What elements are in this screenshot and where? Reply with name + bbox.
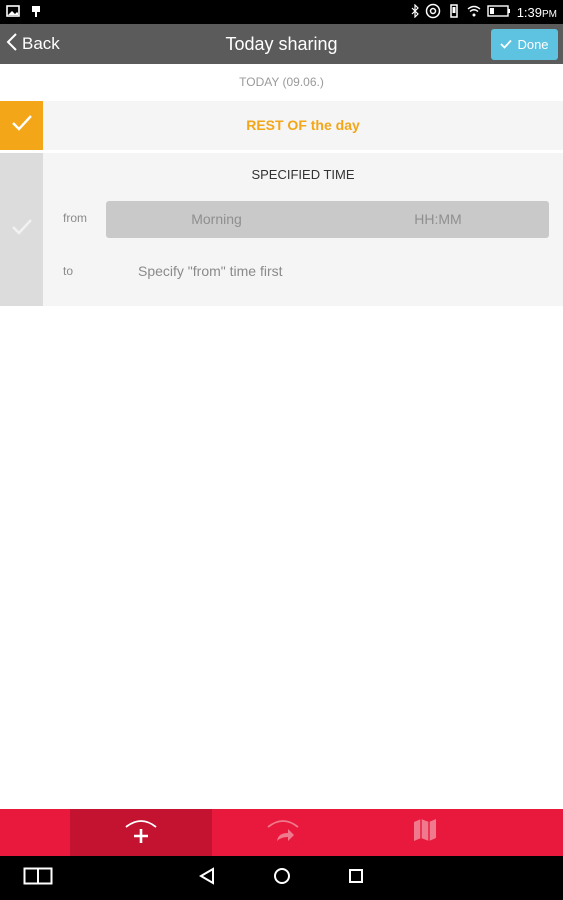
date-label: TODAY (09.06.): [0, 64, 563, 101]
add-share-icon: [124, 815, 158, 850]
back-triangle-icon: [199, 866, 215, 890]
rest-of-day-checkbox[interactable]: [0, 101, 43, 150]
check-icon: [11, 114, 33, 137]
system-nav-bar: [0, 856, 563, 900]
from-period-select[interactable]: Morning: [106, 201, 327, 238]
home-circle-icon: [273, 867, 291, 890]
to-label: to: [63, 264, 74, 278]
specified-time-checkbox[interactable]: [0, 153, 43, 306]
battery-icon: [486, 5, 511, 20]
check-icon: [11, 218, 33, 241]
wifi-icon: [467, 5, 481, 20]
tab-add-share[interactable]: [70, 809, 212, 856]
image-icon: [6, 4, 20, 23]
at-icon: [425, 3, 441, 22]
status-time: 1:39PM: [516, 5, 557, 20]
back-button[interactable]: Back: [6, 24, 60, 64]
map-icon: [412, 818, 438, 847]
app-header: Back Today sharing Done: [0, 24, 563, 64]
overview-square-icon: [348, 868, 364, 889]
specified-time-option: SPECIFIED TIME from Morning HH:MM to Spe…: [0, 153, 563, 306]
specified-time-title: SPECIFIED TIME: [251, 167, 355, 182]
to-time-hint: Specify "from" time first: [138, 263, 283, 279]
recents-split-icon: [23, 867, 53, 890]
nav-back-button[interactable]: [192, 856, 222, 900]
recents-split-button[interactable]: [18, 856, 58, 900]
done-button[interactable]: Done: [491, 29, 558, 60]
vibrate-icon: [447, 4, 461, 21]
rest-of-day-option[interactable]: REST OF the day: [0, 101, 563, 150]
from-label: from: [63, 211, 87, 225]
nav-home-button[interactable]: [266, 856, 298, 900]
back-label: Back: [22, 34, 60, 53]
forward-share-icon: [266, 815, 300, 850]
from-time-field[interactable]: Morning HH:MM: [106, 201, 549, 238]
tab-map[interactable]: [354, 809, 496, 856]
from-time-input[interactable]: HH:MM: [327, 201, 549, 238]
rest-of-day-label: REST OF the day: [246, 117, 360, 133]
tab-forward-share[interactable]: [212, 809, 354, 856]
status-bar: 1:39PM: [0, 0, 563, 24]
done-label: Done: [517, 37, 549, 52]
check-icon: [500, 37, 513, 52]
chevron-left-icon: [6, 32, 18, 57]
page-title: Today sharing: [225, 34, 338, 54]
bottom-tab-bar: [0, 809, 563, 856]
android-icon: [30, 4, 42, 23]
nav-overview-button[interactable]: [341, 856, 371, 900]
status-time-suffix: PM: [542, 9, 557, 20]
bluetooth-icon: [411, 3, 419, 21]
